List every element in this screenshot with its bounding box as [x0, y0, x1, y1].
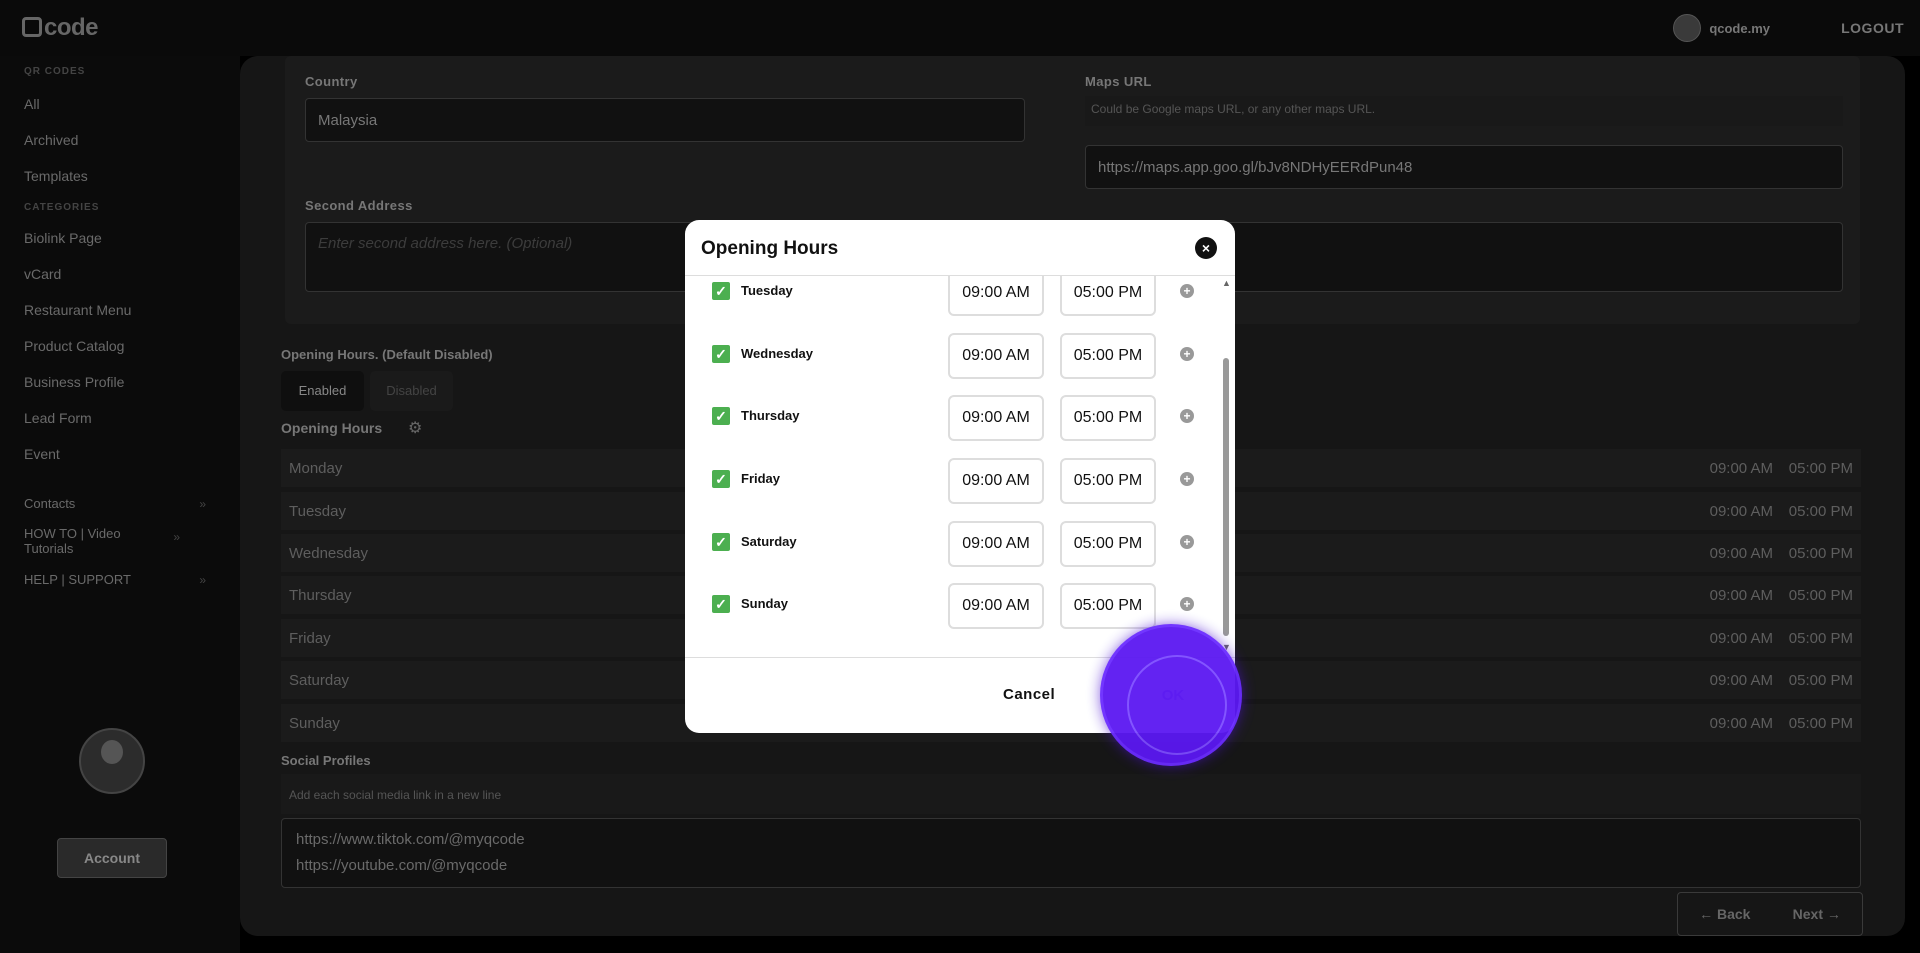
modal-body[interactable]: ✓ Tuesday 09:00 AM 05:00 PM + ✓ Wednesda…: [685, 276, 1235, 657]
day-checkbox[interactable]: ✓: [712, 533, 730, 551]
day-label: Saturday: [741, 534, 797, 549]
country-label: Country: [305, 74, 358, 89]
user-menu[interactable]: qcode.my: [1673, 14, 1770, 42]
chevron-double-right-icon: »: [173, 530, 180, 544]
app-logo[interactable]: code: [22, 14, 99, 42]
maps-url-field[interactable]: https://maps.app.goo.gl/bJv8NDHyEERdPun4…: [1085, 145, 1843, 189]
modal-day-row: ✓ Wednesday 09:00 AM 05:00 PM +: [685, 333, 1225, 383]
wizard-nav: ← Back Next →: [1677, 892, 1863, 936]
day-label: Friday: [741, 471, 781, 486]
country-field[interactable]: Malaysia: [305, 98, 1025, 142]
sidebar-item-label: HOW TO | Video Tutorials: [24, 526, 121, 556]
open-time-input[interactable]: 09:00 AM: [948, 458, 1044, 504]
open-time-input[interactable]: 09:00 AM: [948, 333, 1044, 379]
add-time-slot-icon[interactable]: +: [1180, 535, 1194, 549]
day-label: Wednesday: [741, 346, 814, 361]
second-address-placeholder: Enter second address here. (Optional): [318, 235, 573, 252]
cancel-button[interactable]: Cancel: [1003, 686, 1055, 703]
arrow-right-icon: →: [1823, 906, 1841, 922]
add-time-slot-icon[interactable]: +: [1180, 347, 1194, 361]
sidebar-item-product-catalog[interactable]: Product Catalog: [0, 328, 240, 364]
maps-url-label: Maps URL: [1085, 74, 1152, 89]
close-time-input[interactable]: 05:00 PM: [1060, 276, 1156, 316]
day-checkbox[interactable]: ✓: [712, 470, 730, 488]
account-button[interactable]: Account: [57, 838, 167, 878]
sidebar-item-all[interactable]: All: [0, 86, 240, 122]
user-avatar: [1673, 14, 1702, 42]
sidebar-item-label: HELP | SUPPORT: [24, 572, 131, 587]
close-time-input[interactable]: 05:00 PM: [1060, 333, 1156, 379]
sidebar-item-archived[interactable]: Archived: [0, 122, 240, 158]
modal-scrollbar[interactable]: ▲ ▼: [1222, 278, 1231, 653]
username: qcode.my: [1709, 20, 1770, 36]
sidebar-item-label: Contacts: [24, 496, 76, 511]
close-time-input[interactable]: 05:00 PM: [1060, 395, 1156, 441]
day-label: Sunday: [741, 596, 788, 611]
scrollbar-thumb[interactable]: [1223, 358, 1229, 636]
modal-day-row: ✓ Friday 09:00 AM 05:00 PM +: [685, 458, 1225, 508]
account-avatar: [79, 728, 145, 794]
modal-header: Opening Hours ×: [685, 220, 1235, 276]
maps-url-help: Could be Google maps URL, or any other m…: [1085, 96, 1843, 126]
modal-day-row: ✓ Saturday 09:00 AM 05:00 PM +: [685, 521, 1225, 571]
day-label: Thursday: [741, 408, 800, 423]
arrow-left-icon: ←: [1699, 906, 1717, 922]
open-time-input[interactable]: 09:00 AM: [948, 395, 1044, 441]
logout-link[interactable]: LOGOUT: [1841, 20, 1904, 36]
sidebar-section-qr-codes: QR CODES: [24, 66, 86, 77]
scroll-down-arrow-icon[interactable]: ▼: [1222, 642, 1231, 652]
day-checkbox[interactable]: ✓: [712, 407, 730, 425]
sidebar-item-video-tutorials[interactable]: HOW TO | Video Tutorials »: [0, 522, 180, 562]
open-time-input[interactable]: 09:00 AM: [948, 583, 1044, 629]
sidebar: QR CODES All Archived Templates CATEGORI…: [0, 56, 240, 953]
modal-day-row: ✓ Tuesday 09:00 AM 05:00 PM +: [685, 276, 1225, 320]
social-link: https://www.tiktok.com/@myqcode: [296, 831, 525, 848]
social-profiles-label: Social Profiles: [281, 753, 371, 768]
day-checkbox[interactable]: ✓: [712, 345, 730, 363]
click-indicator: [1103, 627, 1239, 763]
close-icon[interactable]: ×: [1195, 237, 1217, 259]
open-time-input[interactable]: 09:00 AM: [948, 276, 1044, 316]
modal-title: Opening Hours: [701, 238, 839, 259]
sidebar-item-vcard[interactable]: vCard: [0, 256, 240, 292]
sidebar-item-event[interactable]: Event: [0, 436, 240, 472]
disabled-toggle[interactable]: Disabled: [370, 371, 453, 411]
chevron-double-right-icon: »: [199, 497, 206, 511]
close-time-input[interactable]: 05:00 PM: [1060, 458, 1156, 504]
day-label: Tuesday: [741, 283, 793, 298]
opening-hours-toggle-label: Opening Hours. (Default Disabled): [281, 347, 493, 362]
sidebar-item-contacts[interactable]: Contacts »: [0, 486, 240, 522]
opening-hours-title: Opening Hours: [281, 420, 383, 436]
gear-icon[interactable]: ⚙: [408, 418, 422, 438]
sidebar-item-biolink-page[interactable]: Biolink Page: [0, 220, 240, 256]
sidebar-item-business-profile[interactable]: Business Profile: [0, 364, 240, 400]
scroll-up-arrow-icon[interactable]: ▲: [1222, 278, 1231, 288]
qr-logo-icon: [22, 17, 42, 37]
social-link: https://youtube.com/@myqcode: [296, 857, 508, 874]
add-time-slot-icon[interactable]: +: [1180, 597, 1194, 611]
next-button[interactable]: Next →: [1793, 906, 1841, 922]
modal-day-row: ✓ Thursday 09:00 AM 05:00 PM +: [685, 395, 1225, 445]
close-time-input[interactable]: 05:00 PM: [1060, 521, 1156, 567]
add-time-slot-icon[interactable]: +: [1180, 409, 1194, 423]
social-profiles-help: Add each social media link in a new line: [281, 774, 1861, 814]
day-checkbox[interactable]: ✓: [712, 595, 730, 613]
social-profiles-textarea[interactable]: https://www.tiktok.com/@myqcode https://…: [281, 818, 1861, 888]
open-time-input[interactable]: 09:00 AM: [948, 521, 1044, 567]
day-checkbox[interactable]: ✓: [712, 282, 730, 300]
sidebar-section-categories: CATEGORIES: [24, 202, 100, 213]
sidebar-item-restaurant-menu[interactable]: Restaurant Menu: [0, 292, 240, 328]
close-time-input[interactable]: 05:00 PM: [1060, 583, 1156, 629]
sidebar-item-lead-form[interactable]: Lead Form: [0, 400, 240, 436]
top-bar: code qcode.my LOGOUT: [0, 0, 1920, 56]
add-time-slot-icon[interactable]: +: [1180, 284, 1194, 298]
sidebar-item-help-support[interactable]: HELP | SUPPORT »: [0, 562, 240, 598]
sidebar-item-templates[interactable]: Templates: [0, 158, 240, 194]
back-button[interactable]: ← Back: [1699, 906, 1750, 922]
modal-day-row: ✓ Sunday 09:00 AM 05:00 PM +: [685, 583, 1225, 633]
second-address-label: Second Address: [305, 198, 413, 213]
add-time-slot-icon[interactable]: +: [1180, 472, 1194, 486]
chevron-double-right-icon: »: [199, 573, 206, 587]
enabled-toggle[interactable]: Enabled: [281, 371, 364, 411]
